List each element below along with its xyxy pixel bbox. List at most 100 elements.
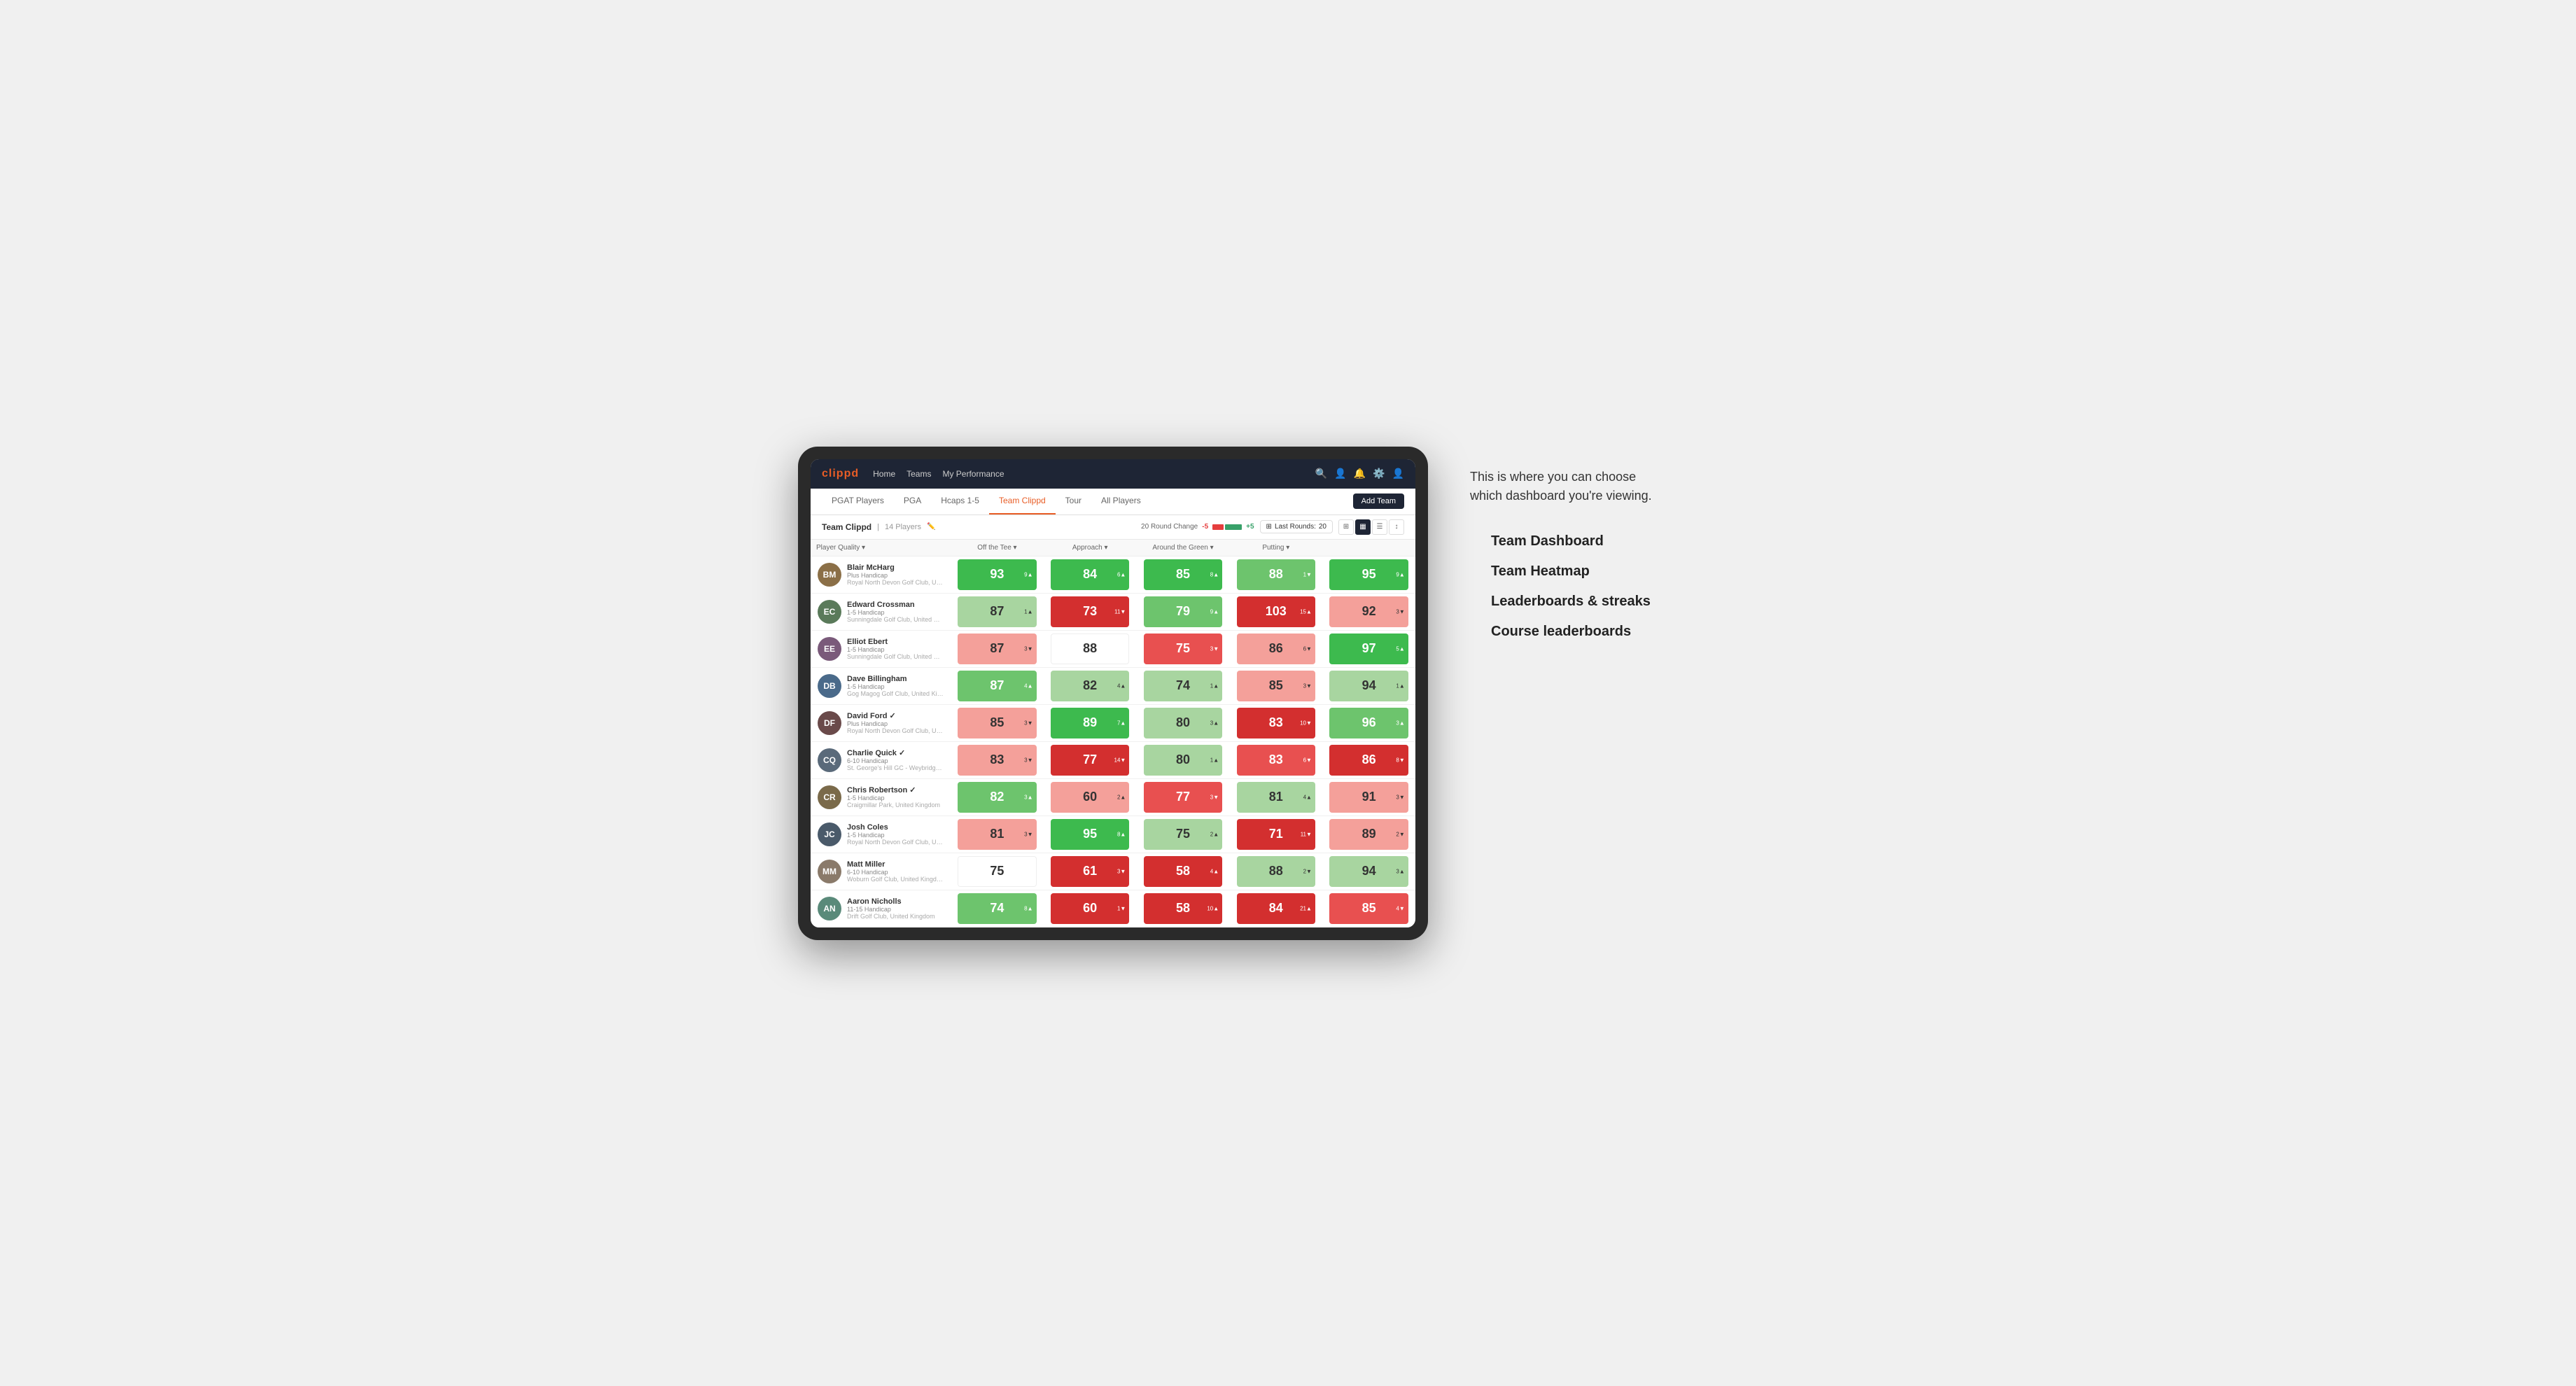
score-cell-0-4: 959▲	[1322, 556, 1415, 593]
nav-teams[interactable]: Teams	[906, 469, 931, 479]
score-number: 60	[1083, 790, 1097, 804]
score-box: 741▲	[1144, 671, 1222, 701]
nav-home[interactable]: Home	[873, 469, 895, 479]
score-cell-5-0: 833▼	[951, 742, 1044, 778]
score-cell-9-1: 601▼	[1044, 890, 1137, 927]
score-number: 80	[1176, 752, 1190, 767]
score-change: 8▲	[1117, 831, 1126, 837]
round-change-label: 20 Round Change	[1141, 523, 1198, 531]
score-cell-0-3: 881▼	[1229, 556, 1322, 593]
nav-my-performance[interactable]: My Performance	[942, 469, 1004, 479]
score-box: 85 4▼	[1329, 893, 1408, 924]
separator: |	[877, 523, 879, 531]
heatmap-view-icon[interactable]: ▦	[1355, 519, 1371, 535]
score-cell-4-3: 8310▼	[1229, 705, 1322, 741]
tab-pgat-players[interactable]: PGAT Players	[822, 488, 894, 514]
score-change: 2▼	[1303, 868, 1312, 874]
col-around-green[interactable]: Around the Green ▾	[1137, 540, 1230, 556]
avatar: JC	[818, 822, 841, 846]
grid-view-icon[interactable]: ⊞	[1338, 519, 1354, 535]
settings-icon[interactable]: ⚙️	[1373, 468, 1385, 479]
player-row: DFDavid Ford ✓Plus HandicapRoyal North D…	[811, 705, 1415, 742]
tab-team-clippd[interactable]: Team Clippd	[989, 488, 1056, 514]
score-cell-1-1: 7311▼	[1044, 594, 1137, 630]
change-neg: -5	[1202, 523, 1208, 531]
player-info-3[interactable]: DBDave Billingham1-5 HandicapGog Magog G…	[811, 668, 951, 704]
score-box: 7311▼	[1051, 596, 1129, 627]
player-info-5[interactable]: CQCharlie Quick ✓6-10 HandicapSt. George…	[811, 742, 951, 778]
score-cell-9-0: 748▲	[951, 890, 1044, 927]
score-change: 6▲	[1117, 571, 1126, 578]
player-details: Chris Robertson ✓1-5 HandicapCraigmillar…	[847, 785, 944, 808]
navbar-icons: 🔍 👤 🔔 ⚙️ 👤	[1315, 468, 1404, 479]
score-box: 748▲	[958, 893, 1036, 924]
score-change: 3▼	[1024, 831, 1032, 837]
score-box: 7111▼	[1237, 819, 1315, 850]
score-change: 4▼	[1396, 905, 1404, 911]
bell-icon[interactable]: 🔔	[1354, 468, 1366, 479]
tab-all-players[interactable]: All Players	[1091, 488, 1151, 514]
score-box: 923▼	[1329, 596, 1408, 627]
score-number: 82	[1083, 678, 1097, 693]
score-cell-6-0: 823▲	[951, 779, 1044, 816]
score-change: 4▲	[1117, 682, 1126, 689]
score-cell-6-4: 913▼	[1322, 779, 1415, 816]
tab-pga[interactable]: PGA	[894, 488, 931, 514]
player-details: Dave Billingham1-5 HandicapGog Magog Gol…	[847, 675, 944, 697]
score-number: 80	[1176, 715, 1190, 730]
score-number: 95	[1083, 827, 1097, 841]
change-bar	[1212, 524, 1242, 530]
player-row: JCJosh Coles1-5 HandicapRoyal North Devo…	[811, 816, 1415, 853]
annotation-item-2: Leaderboards & streaks	[1491, 594, 1666, 610]
tab-tour[interactable]: Tour	[1056, 488, 1091, 514]
score-cell-8-2: 584▲	[1137, 853, 1230, 890]
player-row: CRChris Robertson ✓1-5 HandicapCraigmill…	[811, 779, 1415, 816]
score-number: 87	[990, 641, 1004, 656]
player-info-0[interactable]: BMBlair McHargPlus HandicapRoyal North D…	[811, 556, 951, 593]
score-change: 4▲	[1024, 682, 1032, 689]
search-icon[interactable]: 🔍	[1315, 468, 1327, 479]
score-change: 9▲	[1396, 571, 1404, 578]
score-change: 3▼	[1303, 682, 1312, 689]
score-number: 85	[990, 715, 1004, 730]
score-number: 84	[1083, 567, 1097, 582]
profile-icon[interactable]: 👤	[1392, 468, 1404, 479]
score-box: 8310▼	[1237, 708, 1315, 738]
player-info-2[interactable]: EEElliot Ebert1-5 HandicapSunningdale Go…	[811, 631, 951, 667]
player-details: Blair McHargPlus HandicapRoyal North Dev…	[847, 564, 944, 586]
user-icon[interactable]: 👤	[1334, 468, 1346, 479]
tablet-device: clippd Home Teams My Performance 🔍 👤 🔔 ⚙…	[798, 447, 1428, 940]
score-number: 96	[1362, 715, 1376, 730]
player-handicap: Plus Handicap	[847, 572, 944, 579]
player-info-9[interactable]: ANAaron Nicholls11-15 HandicapDrift Golf…	[811, 890, 951, 927]
score-number: 85	[1362, 901, 1376, 916]
score-cell-9-2: 5810▲	[1137, 890, 1230, 927]
score-cell-4-0: 853▼	[951, 705, 1044, 741]
add-team-button[interactable]: Add Team	[1353, 493, 1404, 509]
player-info-4[interactable]: DFDavid Ford ✓Plus HandicapRoyal North D…	[811, 705, 951, 741]
score-number: 83	[1269, 715, 1283, 730]
list-view-icon[interactable]: ☰	[1372, 519, 1387, 535]
player-info-6[interactable]: CRChris Robertson ✓1-5 HandicapCraigmill…	[811, 779, 951, 816]
player-info-8[interactable]: MMMatt Miller6-10 HandicapWoburn Golf Cl…	[811, 853, 951, 890]
col-off-tee[interactable]: Off the Tee ▾	[951, 540, 1044, 556]
tab-hcaps[interactable]: Hcaps 1-5	[931, 488, 989, 514]
player-handicap: 1-5 Handicap	[847, 609, 944, 616]
player-name: Matt Miller	[847, 860, 944, 869]
last-rounds-button[interactable]: ⊞ Last Rounds: 20	[1260, 520, 1333, 533]
score-number: 85	[1176, 567, 1190, 582]
score-change: 8▲	[1024, 905, 1032, 911]
score-number: 81	[1269, 790, 1283, 804]
player-info-1[interactable]: ECEdward Crossman1-5 HandicapSunningdale…	[811, 594, 951, 630]
score-number: 77	[1083, 752, 1097, 767]
edit-icon[interactable]: ✏️	[927, 523, 935, 531]
player-info-7[interactable]: JCJosh Coles1-5 HandicapRoyal North Devo…	[811, 816, 951, 853]
col-putting[interactable]: Putting ▾	[1229, 540, 1322, 556]
col-approach[interactable]: Approach ▾	[1044, 540, 1137, 556]
page-wrapper: clippd Home Teams My Performance 🔍 👤 🔔 ⚙…	[798, 447, 1778, 940]
score-number: 61	[1083, 864, 1097, 878]
col-player[interactable]: Player Quality ▾	[811, 540, 951, 556]
score-cell-1-3: 10315▲	[1229, 594, 1322, 630]
score-cell-6-2: 773▼	[1137, 779, 1230, 816]
export-icon[interactable]: ↕	[1389, 519, 1404, 535]
